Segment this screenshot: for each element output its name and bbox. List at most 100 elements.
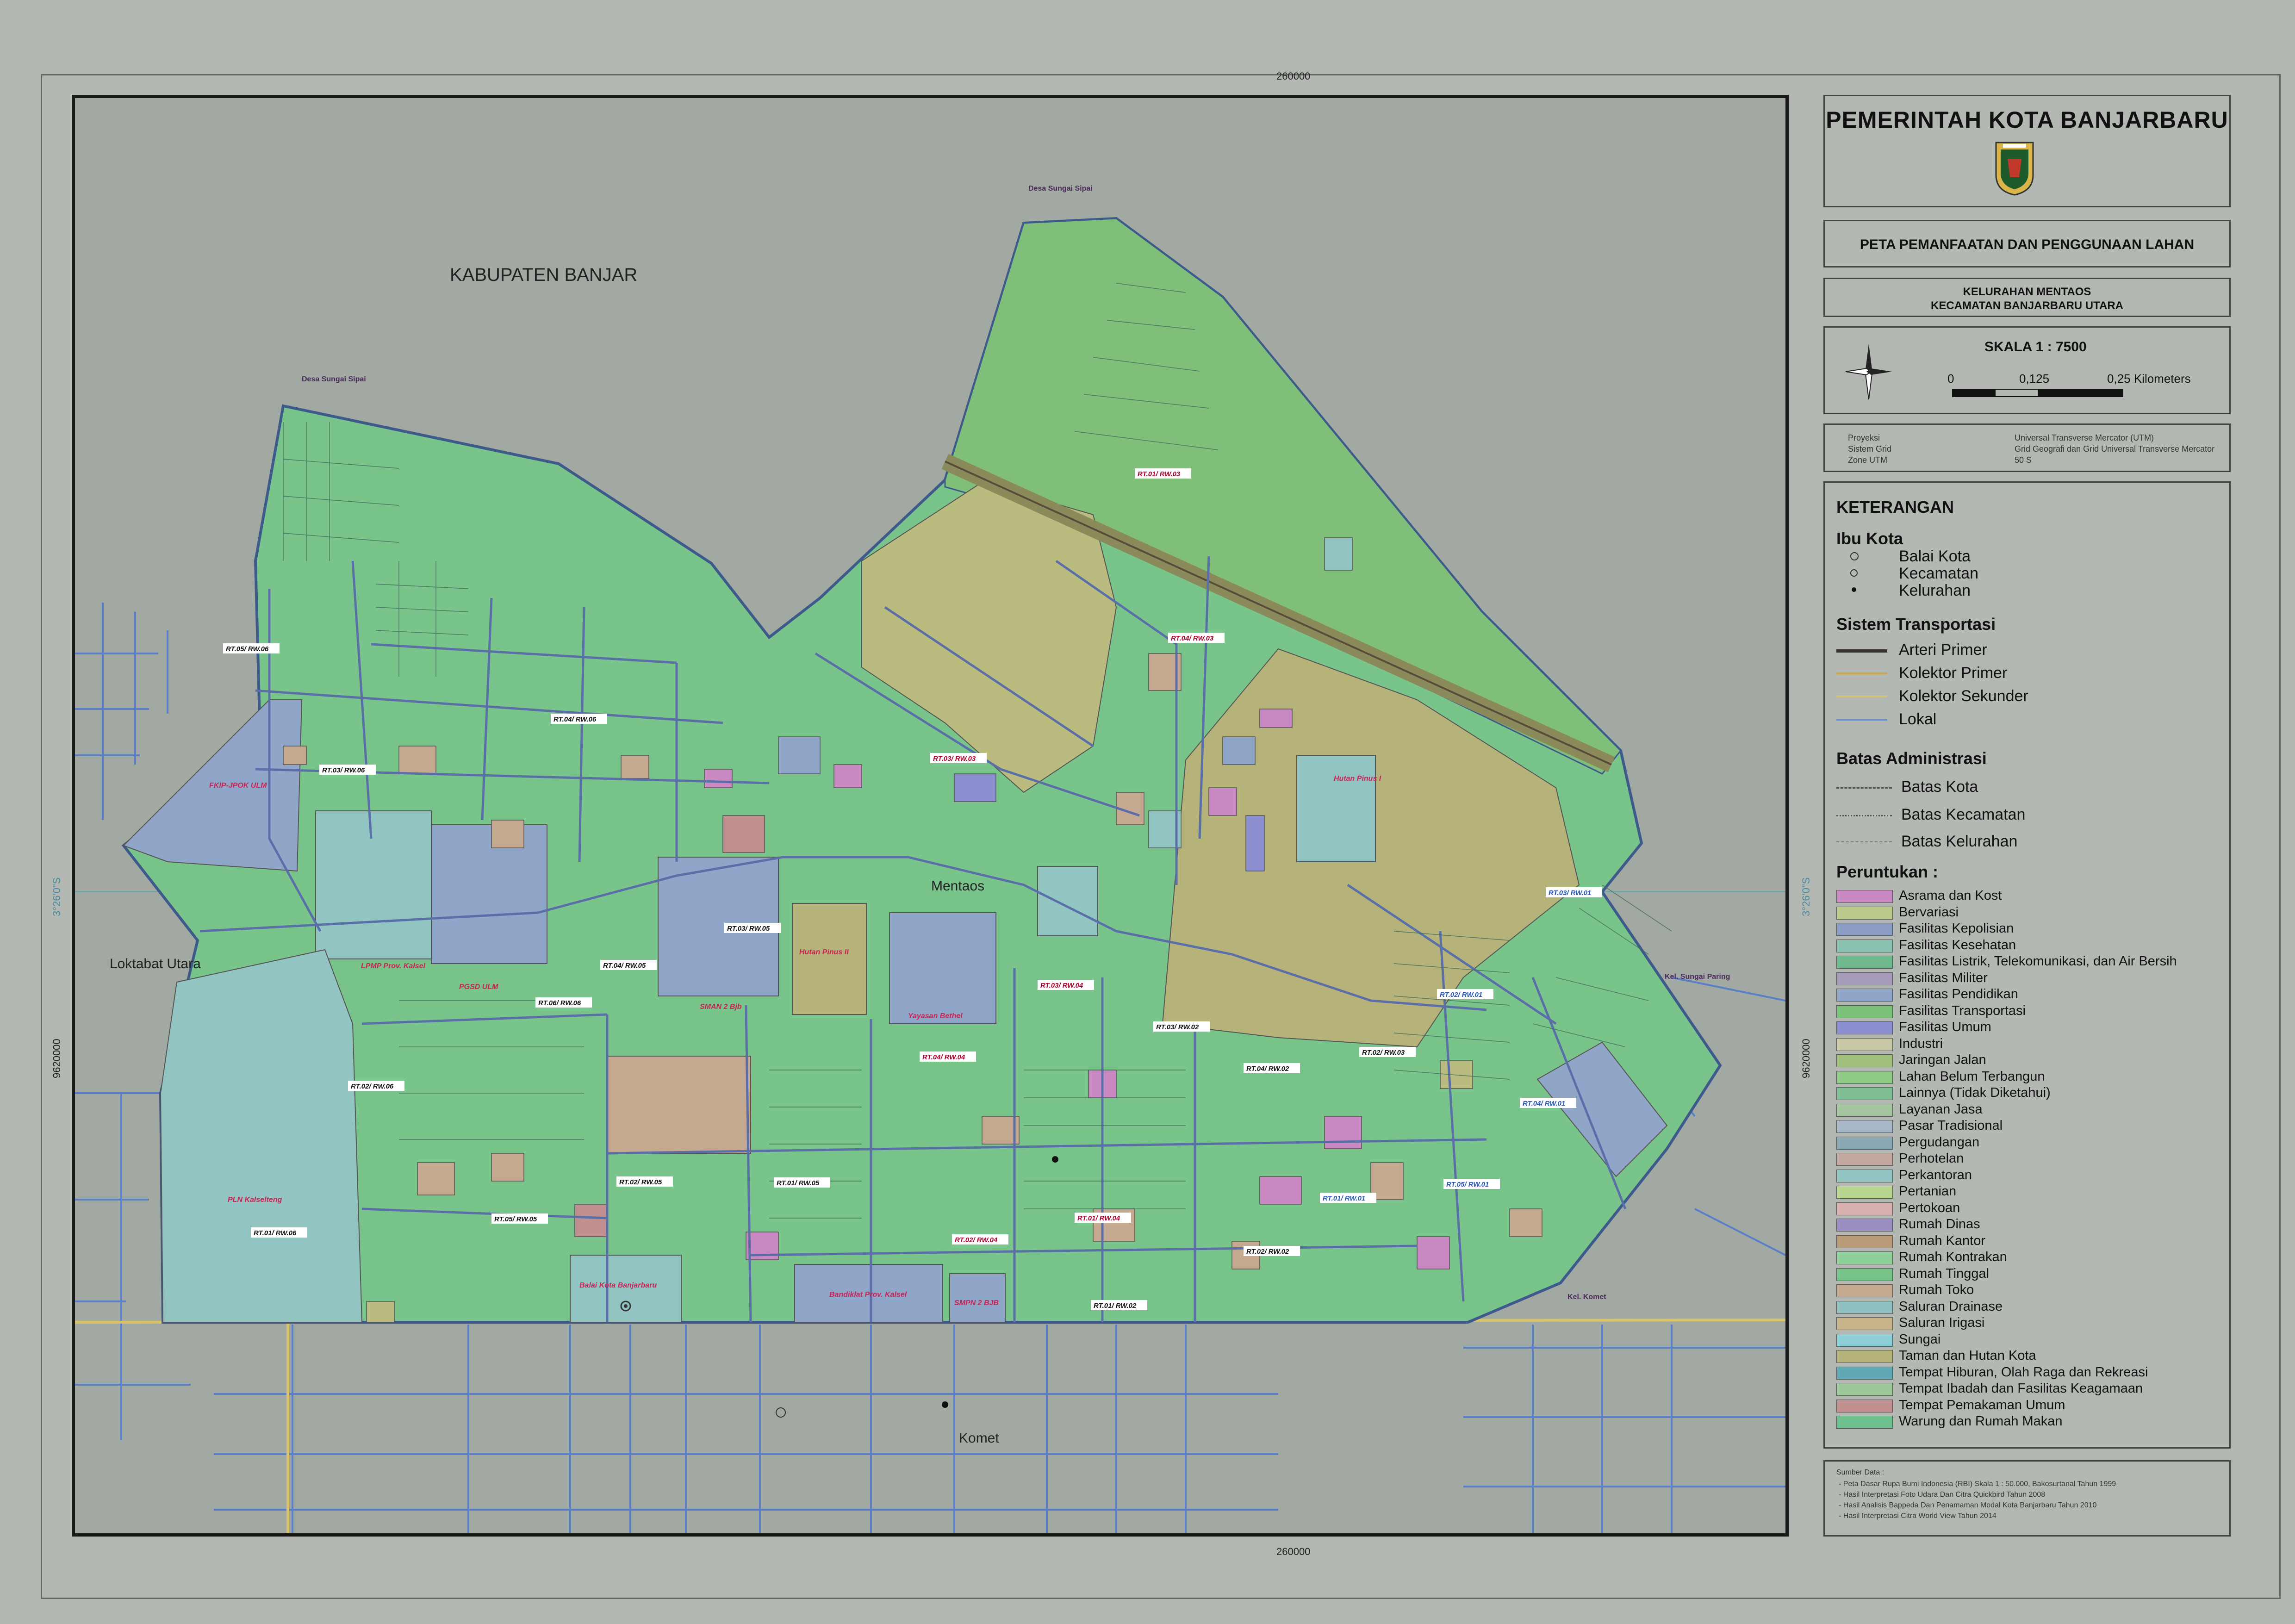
source-1: - Peta Dasar Rupa Bumi Indonesia (RBI) S… [1839, 1480, 2116, 1488]
rtrw-label: RT.02/ RW.02 [1244, 1246, 1300, 1256]
landuse-label: Taman dan Hutan Kota [1899, 1348, 2036, 1363]
landuse-label: Perhotelan [1899, 1151, 1964, 1166]
balai-kota-icon [1850, 552, 1859, 560]
label-hutan-pinus-1: Hutan Pinus I [1334, 775, 1381, 783]
landuse-label: Tempat Ibadah dan Fasilitas Keagamaan [1899, 1381, 2143, 1396]
svg-text:RT.02/ RW.06: RT.02/ RW.06 [351, 1083, 394, 1090]
landuse-label: Saluran Irigasi [1899, 1315, 1985, 1330]
rtrw-label: RT.03/ RW.02 [1153, 1021, 1210, 1032]
scale-bar [1952, 389, 2123, 397]
label-smpn2: SMPN 2 BJB [954, 1299, 999, 1307]
rtrw-label: RT.02/ RW.04 [952, 1234, 1008, 1244]
landuse-swatch [1836, 1169, 1893, 1182]
landuse-label: Fasilitas Militer [1899, 970, 1988, 985]
smpn2-parcel[interactable] [949, 1273, 1006, 1323]
coord-right: 9620000 [1800, 1039, 1812, 1078]
map-canvas[interactable]: KABUPATEN BANJAR Desa Sungai Sipai Desa … [75, 98, 1785, 1533]
svg-text:RT.04/ RW.01: RT.04/ RW.01 [1523, 1100, 1565, 1108]
scale-tick-0: 0 [1947, 372, 1954, 386]
landuse-label: Tempat Hiburan, Olah Raga dan Rekreasi [1899, 1364, 2148, 1380]
label-kel-komet: Kel. Komet [1567, 1293, 1606, 1301]
rtrw-label: RT.01/ RW.02 [1091, 1300, 1147, 1310]
label-fkip: FKIP-JPOK ULM [209, 782, 267, 790]
kelurahan-symbol-komet [942, 1401, 948, 1408]
proj-label-3: Zone UTM [1848, 455, 1888, 465]
north-arrow-icon [1845, 344, 1892, 400]
svg-text:RT.02/ RW.04: RT.02/ RW.04 [955, 1236, 998, 1244]
scale-tick-2: 0,25 Kilometers [2107, 372, 2191, 386]
label-yayasan: Yayasan Bethel [908, 1012, 963, 1020]
label-desa-sipai-left: Desa Sungai Sipai [302, 375, 366, 383]
rtrw-label: RT.05/ RW.05 [491, 1213, 548, 1224]
kelurahan-icon [1852, 587, 1856, 592]
rtrw-label: RT.01/ RW.01 [1320, 1193, 1376, 1203]
proj-value-1: Universal Transverse Mercator (UTM) [2015, 433, 2154, 442]
landuse-swatch [1836, 1103, 1893, 1117]
legend-heading: KETERANGAN [1836, 498, 1954, 516]
proj-value-3: 50 S [2015, 455, 2032, 465]
svg-text:RT.02/ RW.03: RT.02/ RW.03 [1362, 1049, 1405, 1057]
svg-text:RT.03/ RW.04: RT.03/ RW.04 [1040, 982, 1083, 989]
rtrw-label: RT.03/ RW.04 [1038, 980, 1094, 990]
landuse-swatch [1836, 1021, 1893, 1034]
landuse-label: Asrama dan Kost [1899, 888, 2002, 903]
landuse-swatch [1836, 1054, 1893, 1067]
landuse-label: Rumah Toko [1899, 1282, 1974, 1297]
arteri-line-icon [1836, 649, 1887, 653]
scale-panel: SKALA 1 : 7500 0 0,125 0,25 Kilometers [1823, 326, 2231, 414]
landuse-swatch [1836, 1399, 1893, 1412]
map-frame[interactable]: KABUPATEN BANJAR Desa Sungai Sipai Desa … [72, 95, 1789, 1537]
landuse-swatch [1836, 906, 1893, 920]
pgsd-parcel[interactable] [431, 824, 547, 964]
map-title: PETA PEMANFAATAN DAN PENGGUNAAN LAHAN [1860, 237, 2195, 252]
proj-value-2: Grid Geografi dan Grid Universal Transve… [2015, 444, 2215, 454]
svg-text:RT.03/ RW.02: RT.03/ RW.02 [1156, 1023, 1199, 1031]
landuse-label: Pertokoan [1899, 1200, 1960, 1215]
label-mentaos: Mentaos [931, 878, 984, 894]
rtrw-label: RT.03/ RW.05 [724, 923, 781, 933]
lokal-road-icon [1836, 719, 1887, 721]
lpmp-parcel[interactable] [315, 810, 432, 959]
kelurahan-name: KELURAHAN MENTAOS [1963, 286, 2091, 298]
rtrw-label: RT.01/ RW.04 [1075, 1213, 1131, 1223]
landuse-label: Saluran Drainase [1899, 1299, 2003, 1314]
label-pgsd: PGSD ULM [459, 983, 498, 991]
landuse-swatch [1836, 989, 1893, 1002]
rtrw-label: RT.04/ RW.04 [920, 1052, 976, 1062]
landuse-label: Rumah Kantor [1899, 1233, 1985, 1248]
svg-text:RT.05/ RW.01: RT.05/ RW.01 [1446, 1181, 1489, 1188]
batas-kota-icon [1836, 787, 1892, 789]
rtrw-label: RT.05/ RW.06 [223, 643, 280, 653]
sources-title: Sumber Data : [1836, 1468, 1885, 1476]
landuse-swatch [1836, 923, 1893, 936]
svg-text:RT.03/ RW.03: RT.03/ RW.03 [933, 755, 976, 763]
lat-left: 3°26'0"S [51, 877, 62, 916]
source-2: - Hasil Interpretasi Foto Udara Dan Citr… [1839, 1491, 2046, 1499]
svg-text:RT.03/ RW.05: RT.03/ RW.05 [727, 925, 770, 933]
legend-batas-kota: Batas Kota [1901, 778, 1978, 796]
rtrw-label: RT.02/ RW.01 [1437, 989, 1493, 999]
label-desa-sipai-top: Desa Sungai Sipai [1028, 185, 1093, 193]
landuse-swatch [1836, 1317, 1893, 1330]
kolektor-primer-icon [1836, 672, 1887, 674]
rtrw-label: RT.04/ RW.06 [551, 714, 607, 724]
landuse-label: Sungai [1899, 1332, 1941, 1347]
svg-text:RT.04/ RW.04: RT.04/ RW.04 [922, 1053, 965, 1061]
pln-parcel[interactable] [160, 949, 363, 1323]
header-title: PEMERINTAH KOTA BANJARBARU [1826, 107, 2228, 133]
svg-text:RT.03/ RW.01: RT.03/ RW.01 [1549, 889, 1591, 897]
yayasan-parcel[interactable] [889, 912, 996, 1024]
landuse-swatch [1836, 1120, 1893, 1133]
svg-text:RT.04/ RW.03: RT.04/ RW.03 [1171, 635, 1214, 642]
legend-panel: KETERANGAN Ibu Kota Balai Kota Kecamatan… [1823, 481, 2231, 1449]
svg-text:RT.04/ RW.06: RT.04/ RW.06 [554, 716, 597, 723]
landuse-label: Fasilitas Listrik, Telekomunikasi, dan A… [1899, 954, 2177, 969]
scale-ratio: SKALA 1 : 7500 [1984, 339, 2087, 355]
legend-batas-kelurahan: Batas Kelurahan [1901, 833, 2018, 850]
hutan-pinus-2-parcel[interactable] [792, 903, 867, 1015]
svg-text:RT.02/ RW.05: RT.02/ RW.05 [619, 1178, 662, 1186]
source-3: - Hasil Analisis Bappeda Dan Penamaman M… [1839, 1501, 2097, 1509]
landuse-label: Industri [1899, 1036, 1943, 1051]
landuse-label: Fasilitas Pendidikan [1899, 987, 2018, 1002]
svg-text:RT.01/ RW.06: RT.01/ RW.06 [254, 1229, 297, 1237]
